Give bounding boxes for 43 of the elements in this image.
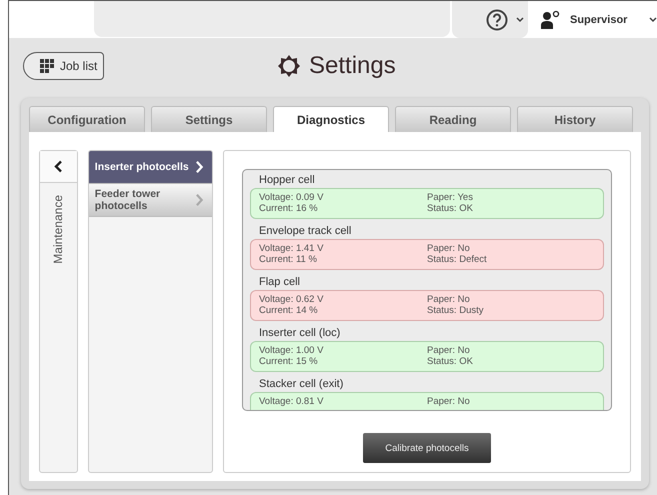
paper-text: Paper: No — [427, 345, 471, 356]
status-text: Status: OK — [427, 356, 474, 367]
paper-text: Paper: No — [427, 396, 471, 407]
status-text: Status: Dusty — [427, 305, 484, 316]
grid-icon — [40, 59, 56, 73]
paper-text: Paper: No — [427, 294, 471, 305]
chevron-right-icon — [194, 193, 204, 207]
user-gear-icon — [540, 10, 560, 30]
chevron-down-icon[interactable] — [516, 16, 524, 22]
rail-label: Maintenance — [51, 195, 66, 264]
gear-icon — [277, 54, 301, 78]
menu-item[interactable]: Inserter photocells — [88, 151, 212, 184]
back-button[interactable] — [40, 151, 77, 183]
voltage-text: Voltage: 0.09 V — [259, 192, 324, 203]
page-title: Settings — [309, 52, 396, 80]
tab[interactable]: Diagnostics — [273, 106, 389, 132]
tab[interactable]: Configuration — [29, 106, 145, 132]
help-icon[interactable] — [486, 8, 508, 30]
current-text: Current: 15 % — [259, 356, 319, 367]
status-text: Status: OK — [427, 203, 474, 214]
current-text: Current: 11 % — [259, 254, 318, 265]
cell-name: Inserter cell (loc) — [258, 326, 342, 341]
cell-name: Hopper cell — [258, 173, 316, 188]
cell-name: Flap cell — [258, 275, 301, 290]
chevron-down-icon[interactable] — [649, 16, 657, 22]
calibrate-button[interactable]: Calibrate photocells — [363, 433, 491, 463]
status-text: Status: Defect — [427, 254, 488, 265]
cell-name: Stacker cell (exit) — [258, 377, 344, 392]
voltage-text: Voltage: 0.62 V — [259, 294, 324, 305]
voltage-text: Voltage: 1.41 V — [259, 243, 324, 254]
voltage-text: Voltage: 0.81 V — [259, 396, 324, 407]
current-text: Current: 14 % — [259, 305, 319, 316]
tab[interactable]: History — [517, 106, 633, 132]
voltage-text: Voltage: 1.00 V — [259, 345, 324, 356]
tab[interactable]: Reading — [395, 106, 511, 132]
cell-name: Envelope track cell — [258, 224, 352, 239]
paper-text: Paper: No — [427, 243, 471, 254]
paper-text: Paper: Yes — [427, 192, 474, 203]
current-text: Current: 16 % — [259, 203, 319, 214]
job-list-button[interactable]: Job list — [23, 52, 104, 80]
chevron-right-icon — [194, 160, 204, 174]
tab[interactable]: Settings — [151, 106, 267, 132]
chevron-left-icon — [54, 160, 63, 173]
